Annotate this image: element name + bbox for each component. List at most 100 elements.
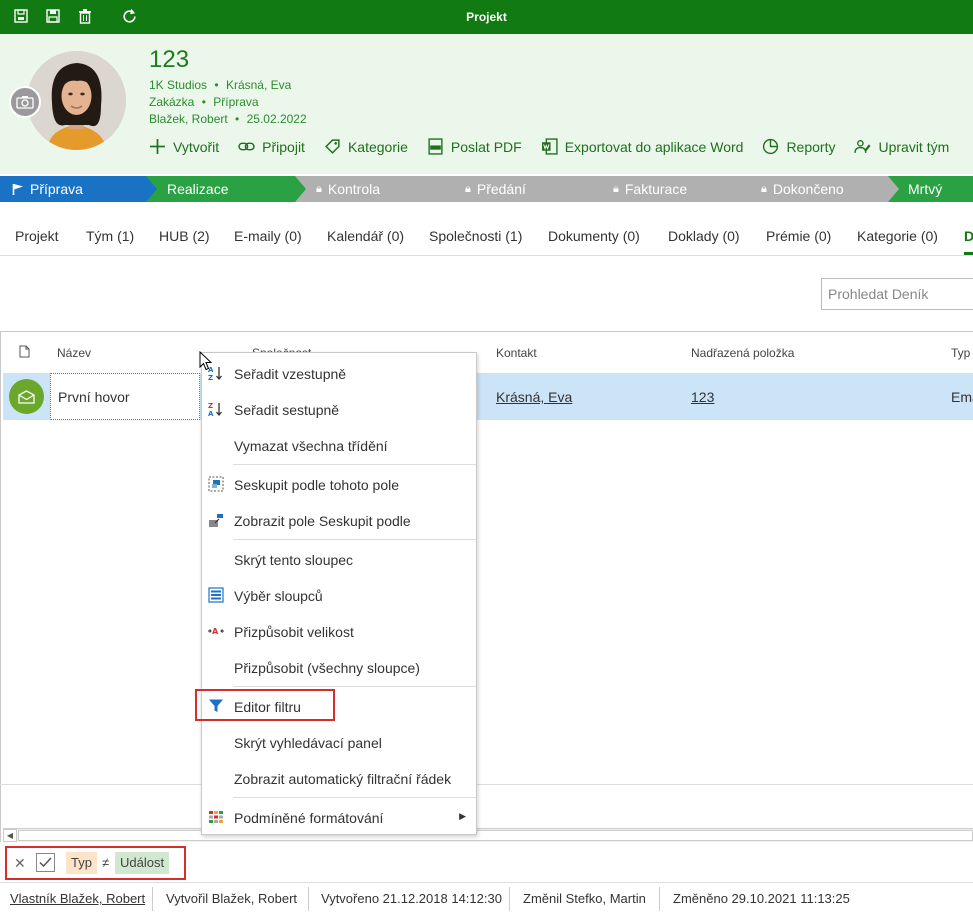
status-created-by: Vytvořil Blažek, Robert	[166, 891, 298, 906]
avatar[interactable]	[27, 51, 126, 150]
menu-sort-ascending[interactable]: AZ Seřadit vzestupně	[202, 356, 476, 390]
menu-separator	[233, 797, 476, 798]
filter-field[interactable]: Typ	[66, 852, 97, 874]
tab-emaily[interactable]: E-maily (0)	[234, 228, 302, 244]
project-type-line: Zakázka • Příprava	[149, 95, 259, 109]
column-header-typ[interactable]: Typ	[951, 346, 970, 360]
tab-premie[interactable]: Prémie (0)	[766, 228, 831, 244]
submenu-arrow-icon: ▶	[459, 811, 466, 821]
tab-kategorie[interactable]: Kategorie (0)	[857, 228, 938, 244]
column-chooser-icon	[208, 587, 224, 603]
stage-priprava[interactable]: Příprava	[0, 176, 159, 202]
filter-value[interactable]: Událost	[115, 852, 170, 874]
stage-predani[interactable]: 🔒︎ Předání	[444, 176, 606, 202]
tab-hub[interactable]: HUB (2)	[159, 228, 210, 244]
stage-realizace[interactable]: Realizace	[146, 176, 308, 202]
project-type: Zakázka	[149, 95, 195, 109]
status-owner-link[interactable]: Vlastník Blažek, Robert	[10, 891, 145, 906]
menu-separator	[233, 686, 476, 687]
status-separator	[509, 887, 510, 911]
column-header-nazev[interactable]: Název	[57, 346, 91, 360]
attach-button[interactable]: Připojit	[238, 138, 305, 155]
tab-dokumenty[interactable]: Dokumenty (0)	[548, 228, 640, 244]
email-icon	[9, 379, 44, 414]
status-created: Vytvořeno 21.12.2018 14:12:30	[321, 891, 502, 906]
active-tab-indicator	[964, 252, 973, 255]
send-pdf-button[interactable]: Poslat PDF	[427, 138, 522, 155]
tab-spolecnosti[interactable]: Společnosti (1)	[429, 228, 522, 244]
reports-button[interactable]: Reporty	[762, 138, 835, 155]
menu-conditional-formatting[interactable]: Podmíněné formátování ▶	[202, 800, 476, 834]
menu-hide-search-panel[interactable]: Skrýt vyhledávací panel	[202, 725, 476, 759]
menu-group-by-field[interactable]: Seskupit podle tohoto pole	[202, 467, 476, 501]
menu-separator	[233, 464, 476, 465]
flag-icon	[12, 183, 24, 195]
menu-clear-sorting[interactable]: Vymazat všechna třídění	[202, 428, 476, 462]
pdf-icon	[428, 138, 443, 155]
column-context-menu: AZ Seřadit vzestupně ZA Seřadit sestupně…	[201, 352, 477, 835]
menu-best-fit-all[interactable]: Přizpůsobit (všechny sloupce)	[202, 650, 476, 684]
svg-text:A: A	[208, 410, 214, 417]
column-header-nadrazena[interactable]: Nadřazená položka	[691, 346, 794, 360]
menu-hide-column[interactable]: Skrýt tento sloupec	[202, 542, 476, 576]
lock-icon: 🔒︎	[465, 182, 471, 195]
table-row[interactable]: První hovor Krásná, Eva 123 Ema	[3, 373, 973, 420]
project-name: 123	[149, 46, 190, 73]
tab-denik[interactable]: D	[964, 228, 973, 244]
export-word-button[interactable]: Exportovat do aplikace Word	[541, 138, 743, 155]
create-button[interactable]: Vytvořit	[149, 138, 219, 155]
menu-show-group-panel[interactable]: Zobrazit pole Seskupit podle	[202, 503, 476, 537]
tab-kalendar[interactable]: Kalendář (0)	[327, 228, 404, 244]
project-company[interactable]: 1K Studios	[149, 78, 207, 92]
menu-sort-descending[interactable]: ZA Seřadit sestupně	[202, 392, 476, 426]
row-contact-link[interactable]: Krásná, Eva	[496, 389, 572, 405]
window-title: Projekt	[466, 10, 507, 24]
stage-mrtvy[interactable]: Mrtvý	[888, 176, 973, 202]
status-separator	[152, 887, 153, 911]
menu-show-auto-filter-row[interactable]: Zobrazit automatický filtrační řádek	[202, 761, 476, 795]
clear-filter-icon[interactable]: ✕	[14, 855, 26, 872]
team-icon	[854, 139, 871, 153]
menu-separator	[233, 539, 476, 540]
enable-filter-checkbox[interactable]	[36, 853, 55, 872]
edit-team-button[interactable]: Upravit tým	[854, 138, 949, 155]
svg-text:A: A	[212, 627, 219, 636]
search-input[interactable]: Prohledat Deník	[821, 278, 973, 310]
lock-icon: 🔒︎	[761, 182, 767, 195]
document-icon[interactable]	[19, 345, 30, 361]
grid-divider	[0, 784, 973, 785]
scroll-left-icon[interactable]: ◀	[3, 829, 17, 842]
svg-text:Z: Z	[208, 374, 213, 381]
category-button[interactable]: Kategorie	[324, 138, 408, 155]
row-name-cell[interactable]: První hovor	[50, 373, 200, 420]
project-owner[interactable]: Blažek, Robert	[149, 112, 228, 126]
scrollbar-thumb[interactable]	[18, 830, 973, 841]
tab-bar: Projekt Tým (1) HUB (2) E-maily (0) Kale…	[0, 214, 973, 256]
check-icon	[39, 857, 52, 868]
stage-kontrola[interactable]: 🔒︎ Kontrola	[295, 176, 457, 202]
svg-text:Z: Z	[208, 402, 213, 410]
menu-best-fit[interactable]: A Přizpůsobit velikost	[202, 614, 476, 648]
stage-dokonceno[interactable]: 🔒︎ Dokončeno	[740, 176, 902, 202]
camera-icon[interactable]	[9, 86, 41, 118]
link-icon	[238, 142, 255, 151]
sort-descending-icon: ZA	[208, 402, 222, 417]
grid-border	[0, 332, 1, 842]
tab-projekt[interactable]: Projekt	[15, 228, 59, 244]
column-header-kontakt[interactable]: Kontakt	[496, 346, 537, 360]
chart-icon	[763, 138, 779, 155]
project-company-line: 1K Studios • Krásná, Eva	[149, 78, 291, 92]
project-header: 123 1K Studios • Krásná, Eva Zakázka • P…	[0, 34, 973, 174]
project-contact[interactable]: Krásná, Eva	[226, 78, 291, 92]
stage-fakturace[interactable]: 🔒︎ Fakturace	[592, 176, 754, 202]
row-type: Ema	[951, 389, 973, 405]
menu-column-chooser[interactable]: Výběr sloupců	[202, 578, 476, 612]
best-fit-icon: A	[208, 627, 224, 636]
tab-tym[interactable]: Tým (1)	[86, 228, 134, 244]
row-parent-link[interactable]: 123	[691, 389, 714, 405]
tag-icon	[325, 139, 340, 154]
meta-separator: •	[201, 95, 206, 109]
tab-doklady[interactable]: Doklady (0)	[668, 228, 740, 244]
filter-operator[interactable]: ≠	[102, 855, 109, 870]
horizontal-scrollbar[interactable]: ◀	[3, 828, 973, 842]
